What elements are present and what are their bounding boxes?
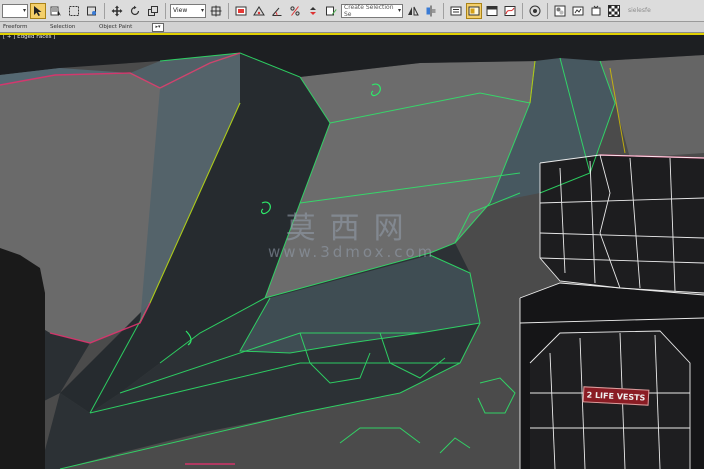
curve-editor-icon[interactable] (502, 3, 518, 19)
chevron-down-icon: ▾ (22, 6, 26, 14)
use-pivot-center-icon[interactable] (208, 3, 224, 19)
render-setup-icon[interactable] (570, 3, 586, 19)
edit-named-selection-icon[interactable] (323, 3, 339, 19)
app-window: ▾ View ▾ Create Selection Se ▾ sielesfe … (0, 0, 704, 469)
select-and-manipulate-icon[interactable] (233, 3, 249, 19)
watermark-chinese: 莫西网 (285, 211, 418, 246)
chevron-down-icon: ▾ (397, 6, 401, 14)
select-by-name-icon[interactable] (48, 3, 64, 19)
render-production-icon[interactable] (606, 3, 622, 19)
mirror-icon[interactable] (405, 3, 421, 19)
select-and-move-icon[interactable] (109, 3, 125, 19)
select-object-icon[interactable] (30, 2, 46, 19)
spinner-snap-icon[interactable] (305, 3, 321, 19)
toolbar-separator (522, 2, 523, 19)
window-crossing-icon[interactable] (84, 3, 100, 19)
toggle-scene-explorer-icon[interactable] (448, 3, 464, 19)
percent-snap-icon[interactable] (287, 3, 303, 19)
right-window-pane (600, 55, 704, 158)
main-toolbar: ▾ View ▾ Create Selection Se ▾ sielesfe (0, 0, 704, 22)
left-seat (0, 248, 45, 469)
viewport-label[interactable]: [ + ] Edged Faces ] (3, 34, 55, 40)
angle-snap-icon[interactable] (269, 3, 285, 19)
ribbon-tab-object-paint[interactable]: Object Paint (99, 24, 132, 30)
perspective-viewport[interactable]: [ + ] Edged Faces ] 莫西网 www.3dmox.com 2 … (0, 33, 704, 469)
rendered-frame-window-icon[interactable] (588, 3, 604, 19)
watermark-url: www.3dmox.com (268, 243, 436, 261)
select-and-rotate-icon[interactable] (127, 3, 143, 19)
toolbar-separator (443, 2, 444, 19)
life-vests-decal: 2 LIFE VESTS (582, 386, 650, 406)
toolbar-separator (104, 2, 105, 19)
toggle-ribbon-icon[interactable] (484, 3, 500, 19)
select-and-scale-icon[interactable] (145, 3, 161, 19)
reference-coordinate-dropdown[interactable]: View ▾ (170, 3, 206, 18)
material-editor-icon[interactable] (552, 3, 568, 19)
keyboard-shortcut-icon[interactable] (251, 3, 267, 19)
scene-name-text: sielesfe (628, 7, 651, 14)
ribbon-tab-selection[interactable]: Selection (50, 24, 75, 30)
selection-filter-dropdown[interactable]: ▾ (2, 3, 28, 18)
chevron-down-icon: ▾ (200, 6, 204, 14)
schematic-view-icon[interactable] (527, 3, 543, 19)
toggle-layer-explorer-icon[interactable] (466, 2, 482, 19)
toolbar-separator (165, 2, 166, 19)
ribbon-minimize-icon[interactable]: ▸▾ (152, 23, 164, 32)
ribbon-tab-freeform[interactable]: Freeform (3, 24, 28, 30)
watermark: 莫西网 www.3dmox.com (268, 203, 435, 261)
named-selection-value: Create Selection Se (344, 3, 394, 18)
toolbar-separator (228, 2, 229, 19)
toolbar-separator (547, 2, 548, 19)
reference-coordinate-value: View (173, 7, 188, 14)
rectangular-selection-icon[interactable] (66, 3, 82, 19)
named-selection-sets-dropdown[interactable]: Create Selection Se ▾ (341, 3, 403, 18)
align-icon[interactable] (423, 3, 439, 19)
ribbon-tabs: Freeform Selection Object Paint ▸▾ (0, 22, 704, 33)
